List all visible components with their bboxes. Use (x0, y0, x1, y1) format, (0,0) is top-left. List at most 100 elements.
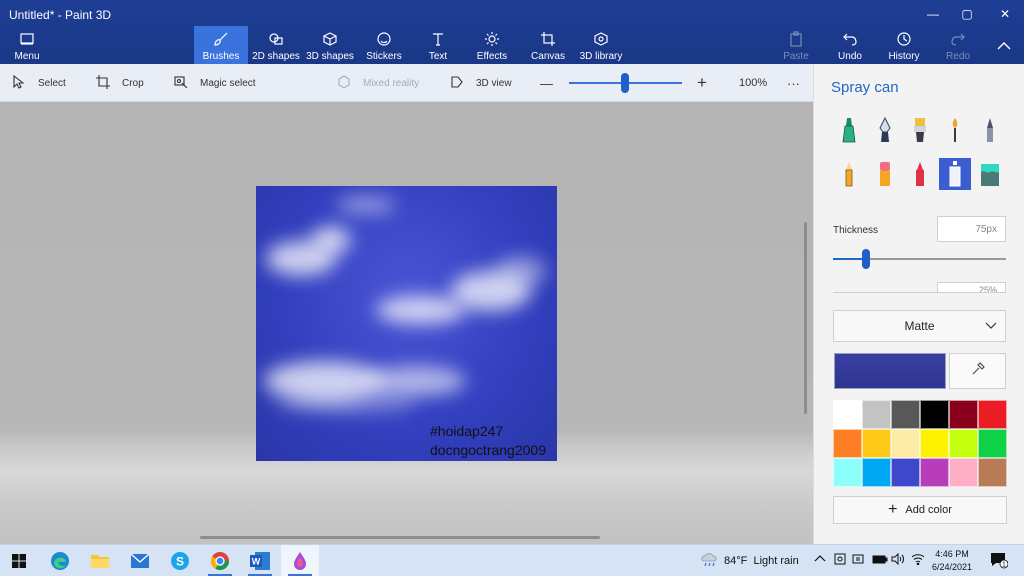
fill-button[interactable] (974, 158, 1006, 190)
taskbar-edge[interactable] (41, 545, 79, 576)
palette-swatch[interactable] (978, 429, 1007, 458)
palette-swatch[interactable] (833, 429, 862, 458)
thickness-label: Thickness (833, 225, 879, 236)
palette-swatch[interactable] (949, 400, 978, 429)
horizontal-scrollbar[interactable] (200, 536, 600, 539)
taskbar-file-explorer[interactable] (81, 545, 119, 576)
redo-button[interactable]: Redo (942, 26, 974, 64)
volume-icon[interactable] (891, 552, 905, 568)
watercolor-button[interactable] (939, 114, 971, 146)
close-button[interactable]: ✕ (988, 4, 1022, 24)
finish-dropdown[interactable]: Matte (833, 310, 1006, 342)
calligraphy-pen-icon (879, 116, 891, 142)
history-button[interactable]: History (884, 26, 924, 64)
maximize-button[interactable]: ▢ (950, 4, 984, 24)
pixel-pen-button[interactable] (974, 114, 1006, 146)
palette-swatch[interactable] (862, 458, 891, 487)
palette-swatch[interactable] (891, 429, 920, 458)
finish-value: Matte (904, 319, 935, 333)
taskbar-word[interactable]: W (241, 545, 279, 576)
zoom-slider-thumb[interactable] (621, 73, 629, 93)
3d-view-toggle[interactable]: 3D view (450, 64, 512, 102)
tab-brushes[interactable]: Brushes (194, 26, 248, 64)
tab-canvas[interactable]: Canvas (526, 26, 570, 64)
tab-brushes-label: Brushes (202, 51, 240, 62)
wifi-icon[interactable] (911, 553, 925, 568)
crop-tool[interactable]: Crop (96, 64, 144, 102)
start-button[interactable] (0, 545, 38, 576)
marker-icon (842, 118, 856, 143)
tab-3d-shapes[interactable]: 3D shapes (304, 26, 356, 64)
svg-text:W: W (252, 557, 261, 567)
eyedropper-button[interactable] (949, 353, 1006, 389)
taskbar-skype[interactable]: S (161, 545, 199, 576)
palette-swatch[interactable] (891, 458, 920, 487)
zoom-level[interactable]: 100% (739, 64, 767, 102)
thickness-slider-thumb[interactable] (862, 249, 870, 269)
pencil-button[interactable] (833, 158, 865, 190)
drawing-canvas[interactable]: #hoidap247 docngoctrang2009 (256, 186, 557, 461)
collapse-ribbon-button[interactable] (990, 26, 1018, 64)
palette-swatch[interactable] (891, 400, 920, 429)
palette-swatch[interactable] (833, 400, 862, 429)
battery-icon[interactable] (872, 553, 888, 568)
workspace[interactable]: #hoidap247 docngoctrang2009 (0, 102, 813, 544)
tab-text[interactable]: Text (418, 26, 458, 64)
palette-swatch[interactable] (862, 400, 891, 429)
tray-icon[interactable] (852, 553, 864, 568)
tray-icon[interactable] (834, 553, 846, 568)
3d-view-label: 3D view (476, 77, 512, 89)
tab-stickers[interactable]: Stickers (360, 26, 408, 64)
opacity-input[interactable]: 25% (937, 282, 1006, 292)
palette-swatch[interactable] (978, 458, 1007, 487)
palette-swatch[interactable] (920, 400, 949, 429)
palette-swatch[interactable] (978, 400, 1007, 429)
minimize-button[interactable]: — (916, 4, 950, 24)
mixed-reality-tool[interactable]: Mixed reality (337, 64, 419, 102)
taskbar-chrome[interactable] (201, 545, 239, 576)
thickness-input[interactable]: 75px (937, 216, 1006, 242)
color-palette (833, 400, 1007, 487)
system-clock[interactable]: 4:46 PM 6/24/2021 (930, 548, 974, 574)
tab-2d-shapes[interactable]: 2D shapes (250, 26, 302, 64)
vertical-scrollbar[interactable] (804, 222, 807, 414)
menu-button[interactable]: Menu (8, 26, 46, 64)
tab-3d-library-label: 3D library (579, 51, 623, 62)
palette-swatch[interactable] (920, 458, 949, 487)
taskbar-mail[interactable] (121, 545, 159, 576)
notification-count: 1 (1002, 562, 1006, 569)
tab-3d-library[interactable]: 3D library (578, 26, 624, 64)
marker-button[interactable] (833, 114, 865, 146)
palette-swatch[interactable] (833, 458, 862, 487)
current-color-swatch[interactable] (834, 353, 946, 389)
show-hidden-icons-button[interactable] (814, 553, 826, 566)
oil-brush-button[interactable] (904, 114, 936, 146)
more-options-button[interactable]: ··· (787, 64, 800, 102)
brush-icon (213, 31, 229, 47)
palette-swatch[interactable] (862, 429, 891, 458)
spray-stroke (311, 226, 351, 254)
paste-button[interactable]: Paste (780, 26, 812, 64)
undo-button[interactable]: Undo (834, 26, 866, 64)
pixel-pen-icon (987, 118, 993, 142)
palette-swatch[interactable] (949, 458, 978, 487)
palette-swatch[interactable] (949, 429, 978, 458)
spray-can-button[interactable] (939, 158, 971, 190)
magic-select-tool[interactable]: Magic select (174, 64, 256, 102)
zoom-out-button[interactable]: — (540, 64, 553, 102)
tray-app-icon (852, 554, 864, 564)
weather-widget[interactable]: 84°F Light rain (700, 545, 799, 576)
palette-swatch[interactable] (920, 429, 949, 458)
tray-app-icon (834, 553, 846, 565)
select-tool[interactable]: Select (12, 64, 66, 102)
add-color-button[interactable]: + Add color (833, 496, 1007, 524)
eraser-button[interactable] (869, 158, 901, 190)
calligraphy-pen-button[interactable] (869, 114, 901, 146)
notification-center-button[interactable]: 1 (990, 551, 1009, 572)
zoom-in-button[interactable]: + (697, 64, 707, 102)
crayon-button[interactable] (904, 158, 936, 190)
taskbar-paint-3d[interactable] (281, 545, 319, 576)
chrome-icon (211, 552, 229, 571)
edge-icon (51, 552, 69, 570)
tab-effects[interactable]: Effects (470, 26, 514, 64)
